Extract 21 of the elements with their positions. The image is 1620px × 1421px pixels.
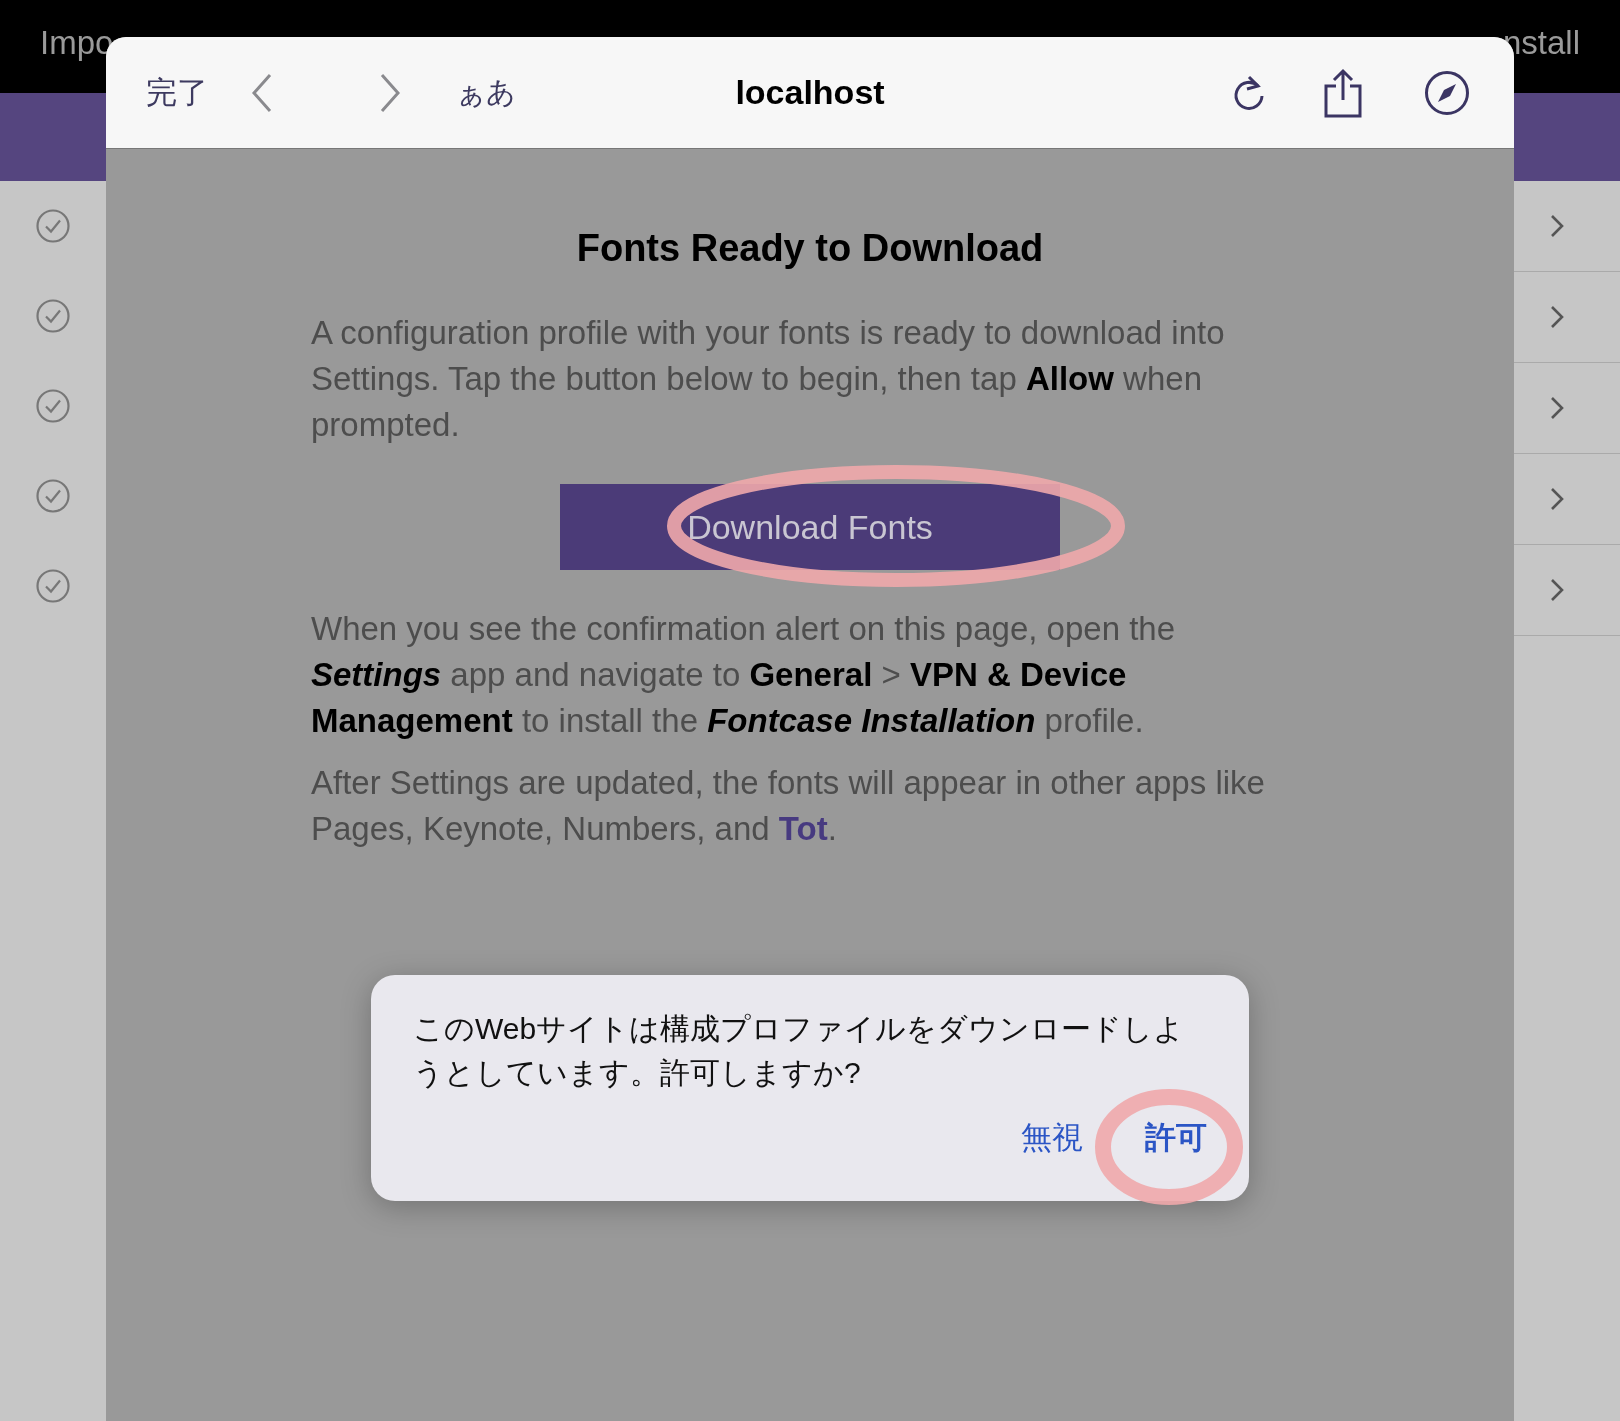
back-icon[interactable]: [250, 72, 274, 113]
chevron-right-icon[interactable]: [1549, 577, 1565, 603]
alert-message: このWebサイトは構成プロファイルをダウンロードしようとしています。許可しますか?: [413, 1011, 1186, 1091]
address-text[interactable]: localhost: [735, 73, 885, 112]
reload-icon[interactable]: [1232, 73, 1266, 112]
outro-paragraph: After Settings are updated, the fonts will appear in other apps like Pages, Keynote, Numbers, and Tot.: [311, 763, 1266, 849]
intro-paragraph: A configuration profile with your fonts is ready to download into Settings. Tap the button below to begin, then tap Allow when prompted.: [311, 313, 1226, 445]
download-button[interactable]: Download Fonts: [560, 484, 1060, 570]
allow-button[interactable]: 許可: [1145, 1117, 1207, 1159]
text-size-button[interactable]: ぁあ: [456, 72, 516, 113]
forward-icon[interactable]: [378, 72, 402, 113]
done-button[interactable]: 完了: [146, 71, 208, 114]
chevron-right-icon[interactable]: [1549, 486, 1565, 512]
instructions-paragraph: When you see the confirmation alert on this page, open the Settings app and navigate to General > VPN & Device Management to install the Fontcase Installation profile.: [311, 609, 1177, 741]
share-icon[interactable]: [1322, 67, 1364, 118]
compass-icon[interactable]: [1424, 69, 1470, 116]
chevron-right-icon[interactable]: [1549, 304, 1565, 330]
ignore-button[interactable]: 無視: [1021, 1117, 1083, 1159]
page-title: Fonts Ready to Download: [575, 227, 1045, 270]
chevron-right-icon[interactable]: [1549, 213, 1565, 239]
chevron-right-icon[interactable]: [1549, 395, 1565, 421]
